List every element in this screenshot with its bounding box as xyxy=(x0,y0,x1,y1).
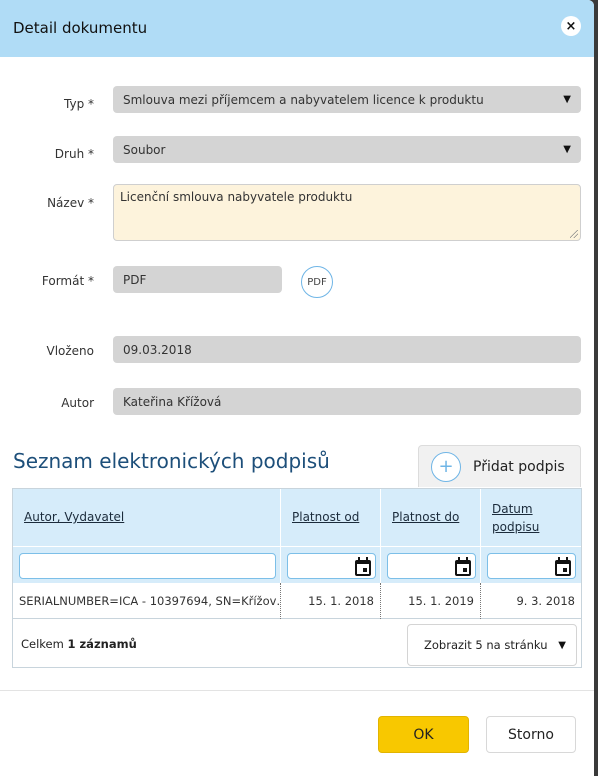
typ-label: Typ * xyxy=(64,97,94,111)
cell-valid-from: 15. 1. 2018 xyxy=(281,583,381,619)
typ-value: Smlouva mezi příjemcem a nabyvatelem lic… xyxy=(123,92,484,107)
resize-grip-icon[interactable] xyxy=(570,230,578,238)
plus-icon: + xyxy=(431,451,461,482)
document-detail-dialog: Detail dokumentu × Typ * Smlouva mezi př… xyxy=(0,0,594,776)
total-records: Celkem 1 záznamů xyxy=(21,637,137,651)
vlozeno-field: 09.03.2018 xyxy=(113,336,581,363)
autor-label: Autor xyxy=(61,396,94,410)
filter-cell-signed xyxy=(481,546,581,583)
signed-filter-input[interactable] xyxy=(487,553,576,579)
format-value: PDF xyxy=(123,272,147,287)
vlozeno-value: 09.03.2018 xyxy=(123,342,192,357)
add-signature-button[interactable]: + Přidat podpis xyxy=(418,445,581,487)
typ-select[interactable]: Smlouva mezi příjemcem a nabyvatelem lic… xyxy=(113,86,581,113)
total-count: 1 záznamů xyxy=(67,637,137,651)
column-header-signed: Datum podpisu xyxy=(481,489,581,546)
dialog-title: Detail dokumentu xyxy=(13,19,148,37)
column-header-valid-to: Platnost do xyxy=(381,489,481,546)
column-header-valid-from: Platnost od xyxy=(281,489,381,546)
table-row[interactable]: SERIALNUMBER=ICA - 10397694, SN=Křížov… … xyxy=(13,583,581,619)
filter-cell-valid-to xyxy=(381,546,481,583)
sort-signed-link[interactable]: Datum podpisu xyxy=(492,500,539,536)
nazev-label: Název * xyxy=(47,196,94,210)
footer-divider xyxy=(0,690,594,691)
signatures-grid: Autor, Vydavatel Platnost od Platnost do… xyxy=(12,488,582,668)
format-field: PDF xyxy=(113,266,282,293)
signed-header-line2: podpisu xyxy=(492,520,540,534)
cell-signed: 9. 3. 2018 xyxy=(516,594,575,608)
page-size-select[interactable]: Zobrazit 5 na stránku ▼ xyxy=(407,624,577,666)
druh-select[interactable]: Soubor ▼ xyxy=(113,136,581,163)
total-prefix: Celkem xyxy=(21,637,68,651)
chevron-down-icon: ▼ xyxy=(563,144,571,155)
calendar-icon[interactable] xyxy=(355,557,371,576)
cancel-button[interactable]: Storno xyxy=(486,716,576,753)
close-button[interactable]: × xyxy=(561,16,581,36)
filter-cell-author xyxy=(13,546,281,583)
vlozeno-label: Vloženo xyxy=(46,344,94,358)
dialog-header: Detail dokumentu × xyxy=(0,0,594,57)
grid-footer: Celkem 1 záznamů Zobrazit 5 na stránku ▼ xyxy=(13,620,581,668)
signatures-section-title: Seznam elektronických podpisů xyxy=(13,449,330,473)
chevron-down-icon: ▼ xyxy=(558,639,566,651)
calendar-icon[interactable] xyxy=(555,557,571,576)
page-size-value: Zobrazit 5 na stránku xyxy=(424,638,548,652)
calendar-icon[interactable] xyxy=(455,557,471,576)
valid-to-filter-input[interactable] xyxy=(387,553,476,579)
sort-author-link[interactable]: Autor, Vydavatel xyxy=(24,510,124,524)
ok-button[interactable]: OK xyxy=(378,716,469,753)
close-icon: × xyxy=(565,18,577,34)
druh-label: Druh * xyxy=(54,147,94,161)
pdf-badge-label: PDF xyxy=(307,276,327,288)
druh-value: Soubor xyxy=(123,142,166,157)
format-label: Formát * xyxy=(41,274,94,288)
signed-header-line1: Datum xyxy=(492,502,533,516)
nazev-textarea[interactable]: Licenční smlouva nabyvatele produktu xyxy=(113,184,581,241)
sort-valid-from-link[interactable]: Platnost od xyxy=(292,510,359,524)
author-filter-input[interactable] xyxy=(19,553,276,579)
column-header-author: Autor, Vydavatel xyxy=(13,489,281,546)
valid-from-filter-input[interactable] xyxy=(287,553,376,579)
cell-valid-to: 15. 1. 2019 xyxy=(381,583,481,619)
autor-field: Kateřina Křížová xyxy=(113,388,581,415)
pdf-file-icon[interactable]: PDF xyxy=(301,266,333,298)
nazev-value: Licenční smlouva nabyvatele produktu xyxy=(120,190,353,204)
autor-value: Kateřina Křížová xyxy=(123,394,222,409)
chevron-down-icon: ▼ xyxy=(563,94,571,105)
filter-cell-valid-from xyxy=(281,546,381,583)
sort-valid-to-link[interactable]: Platnost do xyxy=(392,510,459,524)
add-signature-label: Přidat podpis xyxy=(473,458,565,475)
cell-author: SERIALNUMBER=ICA - 10397694, SN=Křížov… xyxy=(13,583,281,619)
